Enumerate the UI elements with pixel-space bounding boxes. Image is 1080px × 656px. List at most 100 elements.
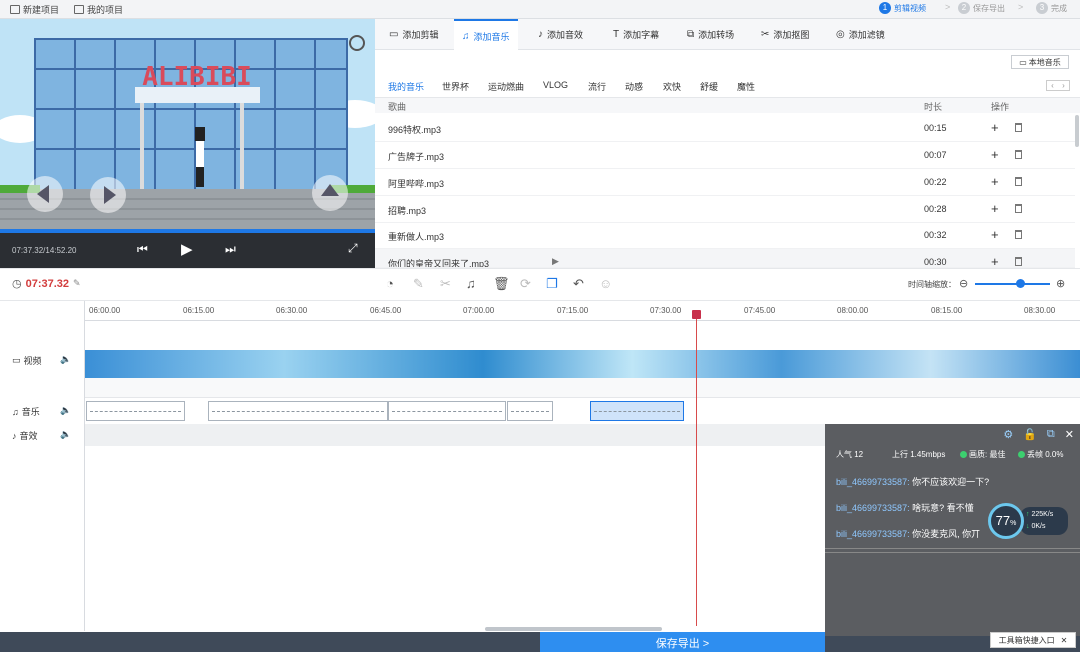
category-pop[interactable]: 流行	[588, 80, 606, 93]
play-icon[interactable]: ▶	[552, 256, 559, 267]
preview-progress-bar[interactable]	[0, 229, 375, 233]
tab-add-cutout[interactable]: ✂ 添加抠图	[753, 19, 817, 50]
panel-resize-handle[interactable]	[825, 548, 1080, 553]
next-frame-icon[interactable]: ⏭	[225, 242, 236, 257]
trash-icon[interactable]	[1015, 177, 1022, 186]
trash-icon[interactable]	[1015, 204, 1022, 213]
my-projects-button[interactable]: 我的项目	[74, 3, 123, 16]
add-icon[interactable]: +	[991, 201, 999, 216]
audio-clip[interactable]	[86, 401, 185, 421]
new-project-button[interactable]: 新建项目	[10, 3, 59, 16]
popout-icon[interactable]: ⧉	[1047, 428, 1055, 442]
song-duration: 00:22	[924, 177, 947, 187]
step-save-export[interactable]: 2 保存导出	[958, 2, 1005, 14]
local-music-label: 本地音乐	[1028, 57, 1061, 67]
tab-add-subtitle[interactable]: T 添加字幕	[605, 19, 667, 50]
category-cheerful[interactable]: 欢快	[663, 80, 681, 93]
ruler-tick-label: 08:15.00	[931, 306, 963, 315]
step-number: 2	[958, 2, 970, 14]
category-sports[interactable]: 运动燃曲	[488, 80, 524, 93]
table-row[interactable]: 招聘.mp3 00:28 +	[375, 196, 1075, 223]
category-vlog[interactable]: VLOG	[543, 80, 568, 90]
zoom-in-icon[interactable]: ⊕	[1056, 277, 1065, 290]
audio-clip[interactable]	[507, 401, 553, 421]
song-duration: 00:15	[924, 123, 947, 133]
video-preview[interactable]: ALIBIBI	[0, 19, 375, 268]
category-world-cup[interactable]: 世界杯	[442, 80, 469, 93]
fullscreen-icon[interactable]: ⤢	[348, 241, 358, 256]
audio-clip[interactable]	[208, 401, 388, 421]
video-track-clips[interactable]	[85, 350, 1080, 378]
step-done[interactable]: 3 完成	[1036, 2, 1067, 14]
close-icon[interactable]: ✕	[1061, 636, 1068, 645]
network-speed-widget: ↑ 225K/s ↓ 0K/s	[1020, 507, 1068, 535]
speaker-icon[interactable]: 🔈	[60, 354, 71, 365]
step-edit-video[interactable]: 1 剪辑视频	[879, 2, 926, 14]
tab-add-transition[interactable]: ⧉ 添加转场	[679, 19, 742, 50]
category-dynamic[interactable]: 动感	[625, 80, 643, 93]
zoom-slider[interactable]	[975, 283, 1050, 285]
ruler-tick-label: 07:00.00	[463, 306, 495, 315]
add-icon[interactable]: +	[991, 174, 999, 189]
speed-icon[interactable]: ◔	[386, 276, 394, 291]
tab-add-music[interactable]: ♫ 添加音乐	[454, 19, 518, 51]
add-icon[interactable]: +	[991, 227, 999, 242]
chevron-left-icon[interactable]: ‹	[1047, 81, 1058, 90]
category-soothing[interactable]: 舒缓	[700, 80, 718, 93]
settings-icon[interactable]: ⚙	[1003, 428, 1013, 442]
tab-add-sound-effect[interactable]: ♪ 添加音效	[530, 19, 591, 50]
chat-user: bili_46699733587:	[836, 503, 910, 513]
speaker-icon[interactable]: 🔈	[60, 429, 71, 440]
trash-icon[interactable]	[1015, 123, 1022, 132]
add-icon[interactable]: +	[991, 147, 999, 162]
tab-label: 添加音效	[547, 30, 584, 40]
rotate-icon[interactable]: ⟳	[520, 276, 531, 292]
trash-icon[interactable]: 🗑	[493, 276, 510, 292]
status-dot-icon	[1018, 451, 1025, 459]
edit-time-icon[interactable]: ✎	[73, 278, 81, 289]
emoji-icon[interactable]: ☺	[599, 276, 612, 291]
trash-icon[interactable]	[1015, 257, 1022, 266]
ruler-tick-label: 07:15.00	[557, 306, 589, 315]
tab-label: 添加转场	[698, 30, 735, 40]
add-icon[interactable]: +	[991, 254, 999, 267]
scissors-icon[interactable]: ✂	[440, 276, 451, 292]
playhead-handle[interactable]	[692, 310, 701, 319]
pencil-icon[interactable]: ✎	[413, 276, 424, 292]
play-icon[interactable]: ▶	[181, 240, 193, 258]
table-row[interactable]: 996特权.mp3 00:15 +	[375, 115, 1075, 142]
tab-label: 添加字幕	[623, 30, 660, 40]
table-row[interactable]: 广告牌子.mp3 00:07 +	[375, 142, 1075, 169]
tab-add-clip[interactable]: ▭ 添加剪辑	[381, 19, 446, 50]
category-quirky[interactable]: 魔性	[737, 80, 755, 93]
lock-icon[interactable]: 🔓	[1023, 428, 1037, 442]
chevron-right-icon[interactable]: ›	[1058, 81, 1069, 90]
bell-icon[interactable]: ♫	[466, 276, 476, 291]
table-row[interactable]: 重新做人.mp3 00:32 +	[375, 222, 1075, 249]
timeline-scrollbar[interactable]	[485, 627, 662, 631]
previous-frame-icon[interactable]: ⏮	[137, 242, 148, 257]
trash-icon[interactable]	[1015, 230, 1022, 239]
table-row[interactable]: 阿里哔哔.mp3 00:22 +	[375, 169, 1075, 196]
close-icon[interactable]: ✕	[1065, 428, 1074, 442]
song-name: 阿里哔哔.mp3	[388, 179, 445, 189]
trash-icon[interactable]	[1015, 150, 1022, 159]
zoom-out-icon[interactable]: ⊖	[959, 277, 968, 290]
tab-add-filter[interactable]: ◎ 添加滤镜	[828, 19, 893, 50]
local-music-button[interactable]: ▭ 本地音乐	[1011, 55, 1069, 69]
category-my-music[interactable]: 我的音乐	[388, 80, 424, 93]
toolbox-shortcut-tooltip[interactable]: 工具箱快捷入口 ✕	[990, 632, 1076, 648]
add-icon[interactable]: +	[991, 120, 999, 135]
preview-time-display: 07:37.32/14:52.20	[12, 246, 77, 255]
save-export-button[interactable]: 保存导出 >	[540, 632, 825, 652]
copy-icon[interactable]: ❐	[546, 276, 558, 292]
music-list-scrollbar[interactable]	[1075, 115, 1079, 147]
speaker-icon[interactable]: 🔈	[60, 405, 71, 416]
undo-icon[interactable]: ↶	[573, 276, 584, 292]
category-pager[interactable]: ‹ ›	[1046, 80, 1070, 91]
zoom-slider-handle[interactable]	[1016, 279, 1025, 288]
audio-clip-selected[interactable]	[590, 401, 684, 421]
step-number: 1	[879, 2, 891, 14]
table-row[interactable]: 你们的皇帝又回来了.mp3 ▶ 00:30 +	[375, 249, 1075, 268]
audio-clip[interactable]	[388, 401, 506, 421]
